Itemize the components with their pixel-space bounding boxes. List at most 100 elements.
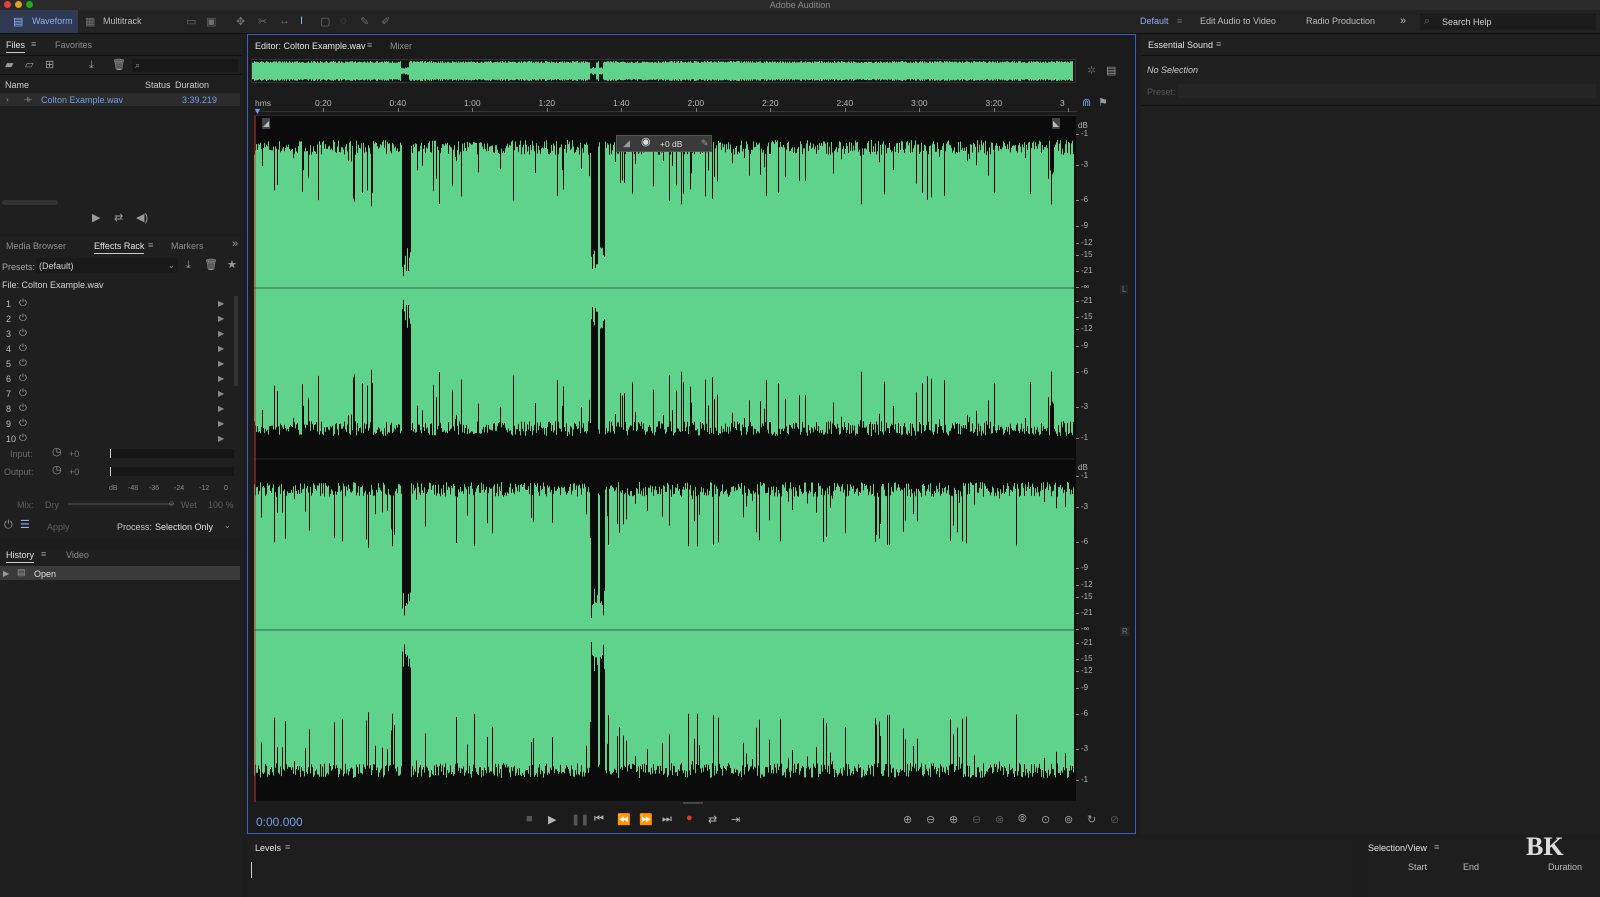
column-duration[interactable]: Duration [175,80,209,90]
autoplay-preview-icon[interactable]: ◀) [136,213,148,224]
horizontal-scroll-handle[interactable] [683,802,703,804]
zoom-navigator-icon[interactable]: ✲ [1087,66,1096,77]
rack-slot[interactable]: 9 ⏻ ▶ [0,417,232,431]
multitrack-view-button[interactable]: ▦ Multitrack [84,10,148,33]
channel-right-label[interactable]: R [1120,627,1130,636]
tab-editor[interactable]: Editor: Colton Example.wav [255,41,366,51]
zoom-full-icon[interactable]: ⊗ [995,813,1004,826]
file-row[interactable]: › ⟛ Colton Example.wav 3:39.219 [0,93,240,106]
slot-power-icon[interactable]: ⏻ [19,313,27,324]
files-scrollbar[interactable] [2,200,58,205]
new-file-icon[interactable]: ⊞ [45,60,54,71]
slot-menu-arrow-icon[interactable]: ▶ [218,344,224,353]
rack-list-icon[interactable]: ☰ [20,520,30,531]
expand-icon[interactable]: › [6,94,9,105]
slot-menu-arrow-icon[interactable]: ▶ [218,359,224,368]
rack-slot[interactable]: 4 ⏻ ▶ [0,342,232,356]
slot-menu-arrow-icon[interactable]: ▶ [218,404,224,413]
pin-hud-icon[interactable]: ✎ [701,138,709,149]
save-preset-icon[interactable]: ⤓ [186,260,191,271]
files-search-input[interactable]: ⌕ [132,59,238,72]
rack-slot[interactable]: 3 ⏻ ▶ [0,327,232,341]
spectral-pitch-icon[interactable]: ▣ [206,15,216,28]
slot-power-icon[interactable]: ⏻ [19,358,27,369]
input-knob-icon[interactable]: ◷ [52,447,62,458]
workspace-edit-audio-to-video[interactable]: Edit Audio to Video [1200,16,1276,26]
zoom-in-amplitude-icon[interactable]: ⊕ [903,813,912,826]
slot-menu-arrow-icon[interactable]: ▶ [218,419,224,428]
slot-menu-arrow-icon[interactable]: ▶ [218,434,224,443]
play-preview-icon[interactable]: ▶ [92,213,100,224]
open-file-icon[interactable]: ▰ [5,60,13,71]
rack-slot[interactable]: 1 ⏻ ▶ [0,297,232,311]
workspace-menu-icon[interactable]: ≡ [1177,16,1182,26]
output-knob-icon[interactable]: ◷ [52,465,62,476]
slot-power-icon[interactable]: ⏻ [19,403,27,414]
tab-effects-rack[interactable]: Effects Rack [94,241,145,254]
levels-menu-icon[interactable]: ≡ [285,842,290,853]
slot-power-icon[interactable]: ⏻ [19,298,27,309]
spot-healing-tool-icon[interactable]: ✐ [381,15,390,28]
search-help-input[interactable]: ⌕ Search Help [1420,13,1596,30]
fast-forward-icon[interactable]: ⏩ [639,813,653,826]
slot-power-icon[interactable]: ⏻ [19,343,27,354]
slot-menu-arrow-icon[interactable]: ▶ [218,374,224,383]
process-select[interactable]: Selection Only ⌄ [152,518,235,532]
slot-menu-arrow-icon[interactable]: ▶ [218,329,224,338]
tab-media-browser[interactable]: Media Browser [6,241,66,251]
more-panels-icon[interactable]: » [232,239,238,250]
rack-slot[interactable]: 10 ⏻ ▶ [0,432,232,446]
rack-slot[interactable]: 5 ⏻ ▶ [0,357,232,371]
zoom-in-point-icon[interactable]: ⊙ [1041,813,1050,826]
record-button-icon[interactable]: ● [686,812,693,824]
channel-left-label[interactable]: L [1120,285,1129,294]
brush-tool-icon[interactable]: ✎ [360,15,369,28]
marquee-tool-icon[interactable]: ▢ [320,15,330,28]
slip-tool-icon[interactable]: ↔ [279,15,290,27]
delete-preset-icon[interactable]: 🗑 [204,260,218,271]
display-options-icon[interactable]: ▤ [1106,66,1116,77]
stop-button-icon[interactable]: ■ [526,813,533,825]
tab-history[interactable]: History [6,550,35,563]
mix-slider-handle-icon[interactable]: ○ [169,498,174,509]
slot-menu-arrow-icon[interactable]: ▶ [218,389,224,398]
tab-markers[interactable]: Markers [171,241,204,251]
timecode-display[interactable]: 0:00.000 [256,815,303,829]
zoom-out-point-icon[interactable]: ⊚ [1064,813,1073,826]
mix-slider[interactable] [68,503,174,505]
apply-button[interactable]: Apply [47,522,70,532]
delete-file-icon[interactable]: 🗑 [112,60,126,71]
slot-power-icon[interactable]: ⏻ [19,388,27,399]
slot-menu-arrow-icon[interactable]: ▶ [218,314,224,323]
time-selection-tool-icon[interactable]: I [300,15,303,27]
history-expand-icon[interactable]: ▶ [3,568,9,579]
pause-button-icon[interactable]: ❚❚ [571,813,589,826]
import-file-icon[interactable]: ▱ [25,60,33,71]
skip-selection-icon[interactable]: ⇥ [731,813,740,826]
column-status[interactable]: Status [145,80,171,90]
time-ruler[interactable]: hms 0:20 0:40 1:00 1:20 1:40 2:00 2:20 2:40 3:00… [255,98,1077,112]
rack-power-icon[interactable]: ⏻ [4,520,13,531]
history-menu-icon[interactable]: ≡ [41,549,46,560]
zoom-selection-icon[interactable]: ⦾ [1018,813,1027,826]
essential-sound-title[interactable]: Essential Sound [1148,40,1213,50]
fade-out-handle-icon[interactable]: ◣ [1052,118,1061,129]
zoom-reset-icon[interactable]: ↻ [1087,813,1096,826]
waveform-area[interactable]: ◢ ◣ ◢ ◉ +0 dB ✎ [254,115,1076,802]
selection-view-menu-icon[interactable]: ≡ [1434,842,1439,853]
presets-select[interactable]: (Default) ⌄ [36,258,178,273]
rack-slot[interactable]: 2 ⏻ ▶ [0,312,232,326]
slot-power-icon[interactable]: ⏻ [19,418,27,429]
zoom-out-time-icon[interactable]: ⊖ [972,813,981,826]
fade-in-handle-icon[interactable]: ◢ [262,118,271,129]
move-tool-icon[interactable]: ✥ [236,15,245,28]
rack-scrollbar[interactable] [234,296,238,386]
rack-slot[interactable]: 8 ⏻ ▶ [0,402,232,416]
spectral-frequency-icon[interactable]: ▭ [186,15,196,28]
play-button-icon[interactable]: ▶ [548,813,556,826]
slot-power-icon[interactable]: ⏻ [19,373,27,384]
effects-menu-icon[interactable]: ≡ [148,240,153,251]
zoom-in-time-icon[interactable]: ⊕ [949,813,958,826]
selection-view-title[interactable]: Selection/View [1368,843,1427,853]
add-marker-icon[interactable]: ⚑ [1098,98,1108,109]
